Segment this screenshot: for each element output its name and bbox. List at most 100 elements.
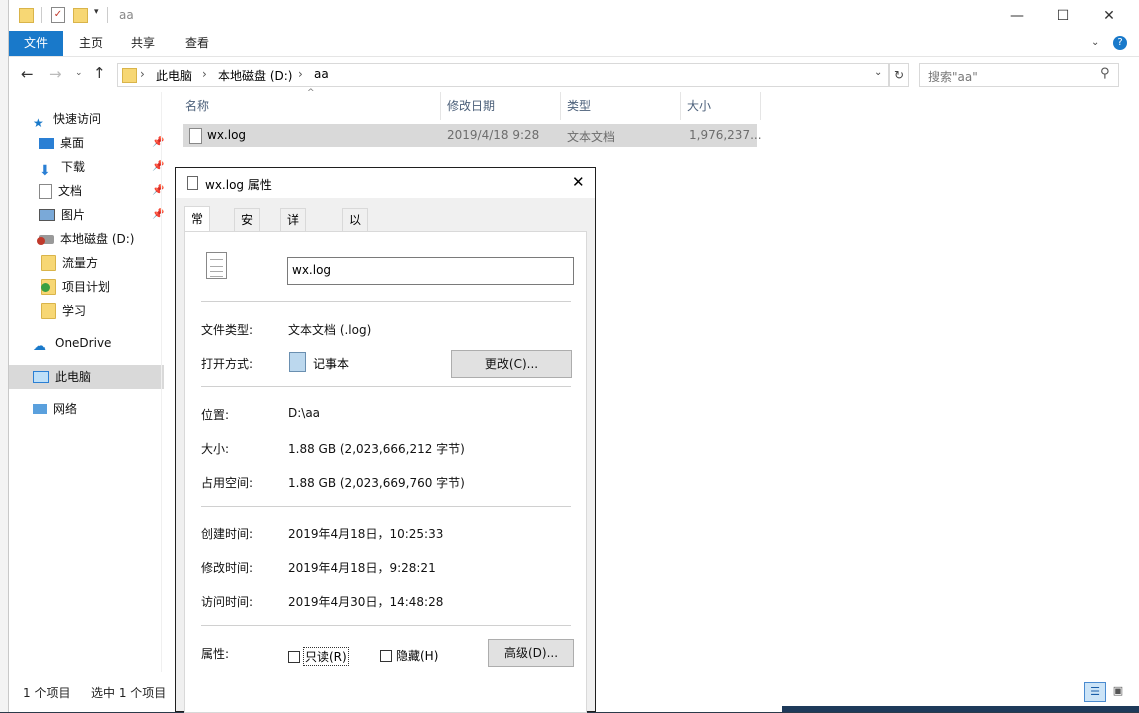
sidebar-item-this-pc[interactable]: 此电脑	[33, 366, 91, 388]
hidden-checkbox[interactable]	[380, 649, 392, 662]
sidebar-item-study[interactable]: 学习	[41, 300, 86, 322]
tab-view[interactable]: 查看	[171, 31, 223, 56]
sidebar-item-documents[interactable]: 文档 📌	[39, 180, 179, 202]
filename-input[interactable]: wx.log	[287, 257, 574, 285]
sidebar-item-quick-access[interactable]: ★ 快速访问	[33, 108, 101, 130]
pin-icon[interactable]: 📌	[152, 132, 164, 154]
column-header-type[interactable]: 类型	[567, 92, 591, 120]
search-input[interactable]: 搜索"aa"	[928, 68, 978, 85]
properties-check-icon[interactable]: ✓	[51, 7, 65, 23]
minimize-button[interactable]: —	[994, 0, 1040, 31]
close-button[interactable]: ✕	[1086, 0, 1132, 31]
column-divider[interactable]	[680, 92, 681, 120]
sidebar-item-network[interactable]: 网络	[33, 398, 77, 420]
tab-previous-versions[interactable]: 以前的版本	[342, 208, 369, 315]
document-icon	[39, 183, 52, 199]
ribbon: 文件 主页 共享 查看 ⌄ ?	[9, 31, 1139, 57]
download-icon: ⬇	[39, 163, 51, 179]
address-bar[interactable]: › 此电脑 › 本地磁盘 (D:) › aa ⌄	[117, 63, 889, 87]
pane-divider	[161, 92, 162, 672]
column-header-modified[interactable]: 修改日期	[447, 92, 495, 120]
chevron-down-icon[interactable]: ⌄	[874, 67, 882, 78]
size-value: 1.88 GB (2,023,666,212 字节)	[288, 442, 465, 456]
network-icon	[33, 404, 47, 414]
table-row[interactable]: wx.log 2019/4/18 9:28 文本文档 1,976,237...	[183, 124, 762, 147]
folder-icon	[19, 8, 34, 23]
tab-share[interactable]: 共享	[117, 31, 169, 56]
tab-general[interactable]: 常规	[184, 206, 211, 251]
sidebar-item-label: 快速访问	[53, 112, 102, 126]
back-arrow-icon[interactable]: ←	[21, 65, 34, 83]
column-header-name[interactable]: 名称	[185, 92, 209, 120]
column-divider[interactable]	[760, 92, 761, 120]
search-box[interactable]: 搜索"aa" ⚲	[919, 63, 1119, 87]
computer-icon	[33, 371, 49, 383]
pin-icon[interactable]: 📌	[152, 204, 164, 226]
dialog-close-icon[interactable]: ✕	[572, 173, 585, 191]
tab-details[interactable]: 详细信息	[280, 208, 307, 293]
file-type-value: 文本文档 (.log)	[288, 323, 372, 337]
file-modified: 2019/4/18 9:28	[447, 128, 540, 142]
created-label: 创建时间:	[201, 527, 254, 541]
chevron-right-icon[interactable]: ›	[202, 67, 207, 81]
tab-security[interactable]: 安全	[234, 208, 261, 249]
search-icon[interactable]: ⚲	[1100, 66, 1110, 81]
breadcrumb-aa[interactable]: aa	[314, 67, 329, 81]
chevron-right-icon[interactable]: ›	[140, 67, 145, 81]
new-folder-icon[interactable]	[73, 8, 88, 23]
refresh-icon[interactable]: ↻	[889, 63, 909, 87]
properties-dialog: wx.log 属性 ✕ 常规 安全 详细信息 以前的版本 wx.log 文件类型…	[175, 167, 596, 713]
location-value: D:\aa	[288, 406, 321, 420]
divider	[201, 625, 571, 626]
breadcrumb-this-pc[interactable]: 此电脑	[156, 67, 192, 84]
disk-size-label: 占用空间:	[201, 476, 254, 490]
folder-check-icon	[41, 279, 56, 295]
tab-file[interactable]: 文件	[9, 31, 64, 56]
recent-dropdown-icon[interactable]: ⌄	[75, 68, 83, 78]
column-divider[interactable]	[440, 92, 441, 120]
created-value: 2019年4月18日，10:25:33	[288, 527, 444, 541]
sidebar-item-label: 流量方	[62, 256, 99, 270]
hidden-checkbox-row[interactable]: 隐藏(H)	[380, 647, 438, 664]
chevron-right-icon[interactable]: ›	[298, 67, 303, 81]
accessed-label: 访问时间:	[201, 595, 254, 609]
title-bar: ✓ ▾ aa — ☐ ✕	[9, 0, 1139, 31]
forward-arrow-icon[interactable]: →	[49, 65, 62, 83]
readonly-checkbox-row[interactable]: 只读(R)	[288, 647, 349, 666]
sidebar-item-project-plan[interactable]: 项目计划	[41, 276, 110, 298]
pin-icon[interactable]: 📌	[152, 156, 164, 178]
hidden-label[interactable]: 隐藏(H)	[396, 647, 438, 664]
help-icon[interactable]: ?	[1113, 36, 1127, 50]
ribbon-expand-icon[interactable]: ⌄	[1091, 37, 1099, 48]
readonly-label[interactable]: 只读(R)	[303, 647, 349, 666]
up-arrow-icon[interactable]: ↑	[93, 64, 106, 82]
modified-label: 修改时间:	[201, 561, 254, 575]
sidebar-item-label: 桌面	[60, 136, 85, 150]
breadcrumb-drive-d[interactable]: 本地磁盘 (D:)	[218, 67, 292, 84]
column-header-size[interactable]: 大小	[687, 92, 711, 120]
sidebar-item-pictures[interactable]: 图片 📌	[39, 204, 179, 226]
tab-home[interactable]: 主页	[65, 31, 117, 56]
sidebar-item-label: 网络	[53, 402, 78, 416]
readonly-checkbox[interactable]	[288, 650, 300, 663]
sidebar-item-drive-d[interactable]: 本地磁盘 (D:)	[37, 228, 134, 250]
divider	[107, 7, 108, 23]
maximize-button[interactable]: ☐	[1040, 0, 1086, 31]
quick-access-dropdown-icon[interactable]: ▾	[94, 7, 99, 17]
attributes-label: 属性:	[201, 647, 230, 661]
pin-icon[interactable]: 📌	[152, 180, 164, 202]
sidebar: ★ 快速访问 桌面 📌 ⬇ 下载 📌 文档 📌 图片 📌 本地磁盘 (D:) 流…	[9, 92, 164, 682]
general-panel: wx.log 文件类型: 文本文档 (.log) 打开方式: 记事本 更改(C)…	[184, 231, 587, 713]
sidebar-item-label: 学习	[62, 304, 87, 318]
sidebar-item-liuliangfang[interactable]: 流量方	[41, 252, 98, 274]
change-button[interactable]: 更改(C)...	[451, 350, 572, 378]
sidebar-item-desktop[interactable]: 桌面 📌	[39, 132, 179, 154]
sidebar-item-onedrive[interactable]: ☁ OneDrive	[33, 332, 111, 354]
large-icons-view-icon[interactable]: ▣	[1108, 682, 1128, 700]
modified-value: 2019年4月18日，9:28:21	[288, 561, 436, 575]
details-view-icon[interactable]: ☰	[1084, 682, 1106, 702]
column-divider[interactable]	[560, 92, 561, 120]
sidebar-item-downloads[interactable]: ⬇ 下载 📌	[39, 156, 179, 179]
sidebar-item-label: 图片	[61, 208, 86, 222]
advanced-button[interactable]: 高级(D)...	[488, 639, 574, 667]
